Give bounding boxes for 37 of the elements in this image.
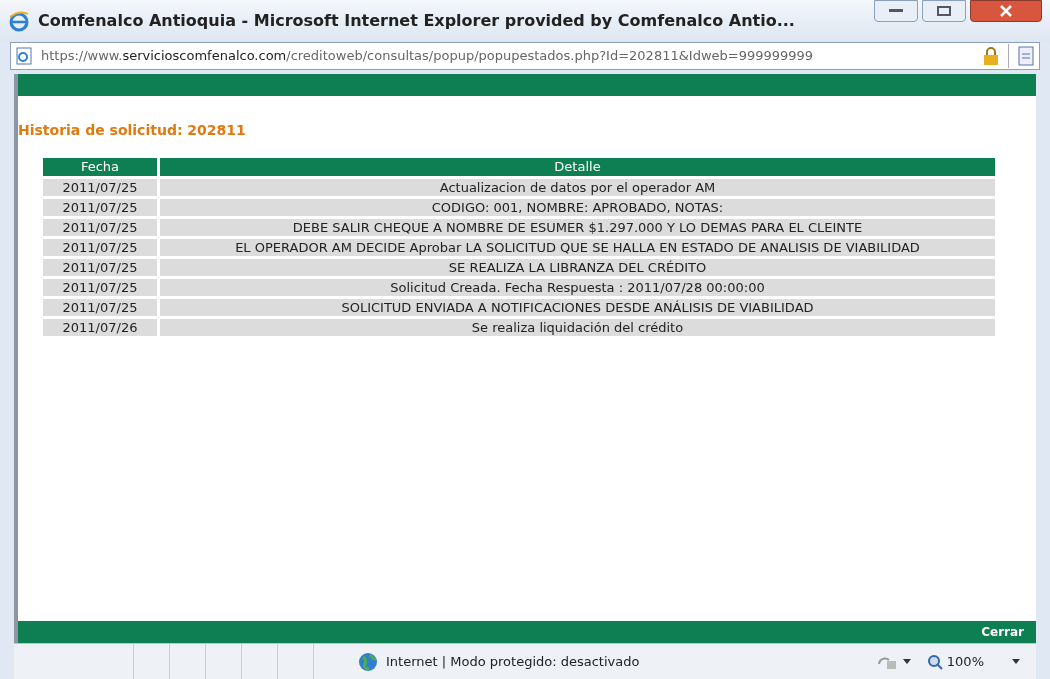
minimize-icon [889,9,903,13]
maximize-icon [937,6,951,16]
table-cell: 2011/07/25 [43,259,157,276]
globe-icon [358,651,378,672]
column-header: Fecha [43,158,157,176]
table-cell: 2011/07/25 [43,239,157,256]
table-cell: 2011/07/25 [43,299,157,316]
browser-logo-icon [8,10,30,32]
zone-status: Internet | Modo protegido: desactivado [386,652,640,671]
table-cell: Solicitud Creada. Fecha Respuesta : 2011/07/28 00:00:00 [160,279,995,296]
caret-icon [1012,659,1020,664]
zoom-icon [926,653,943,670]
column-header: Detalle [160,158,995,176]
table-cell: 2011/07/25 [43,179,157,196]
maximize-button[interactable] [922,0,966,22]
zoom-dropdown[interactable]: 100% [926,651,1020,672]
table-cell: 2011/07/25 [43,279,157,296]
table-cell: 2011/07/26 [43,319,157,336]
table-cell: 2011/07/25 [43,199,157,216]
caret-icon [902,659,911,664]
table-cell: CODIGO: 001, NOMBRE: APROBADO, NOTAS: [160,199,995,216]
close-icon [999,5,1013,17]
minimize-button[interactable] [874,0,918,22]
table-cell: 2011/07/25 [43,219,157,236]
table-cell: Actualizacion de datos por el operador AM [160,179,995,196]
window-title: Comfenalco Antioquia - Microsoft Internet Explorer provided by Comfenalco Antio... [38,10,795,32]
page-heading: Historia de solicitud: 202811 [18,121,247,140]
table-cell: DEBE SALIR CHEQUE A NOMBRE DE ESUMER $1.297.000 Y LO DEMAS PARA EL CLEINTE [160,219,995,236]
table-cell: SE REALIZA LA LIBRANZA DEL CRÉDITO [160,259,995,276]
table-cell: EL OPERADOR AM DECIDE Aprobar LA SOLICITUD QUE SE HALLA EN ESTADO DE ANALISIS DE VIABILIDAD [160,239,995,256]
close-link[interactable]: Cerrar [981,623,1024,641]
table-cell: Se realiza liquidación del crédito [160,319,995,336]
page-icon [15,47,33,65]
table-cell: SOLICITUD ENVIADA A NOTIFICACIONES DESDE ANÁLISIS DE VIABILIDAD [160,299,995,316]
url-text: https://www.servicioscomfenalco.com/creditoweb/consultas/popup/popupestados.php?Id=202811&Idweb=999999999 [41,47,814,66]
close-button[interactable] [970,0,1042,22]
address-bar[interactable]: https://www.servicioscomfenalco.com/creditoweb/consultas/popup/popupestados.php?Id=202811&Idweb=999999999 [10,42,1040,70]
